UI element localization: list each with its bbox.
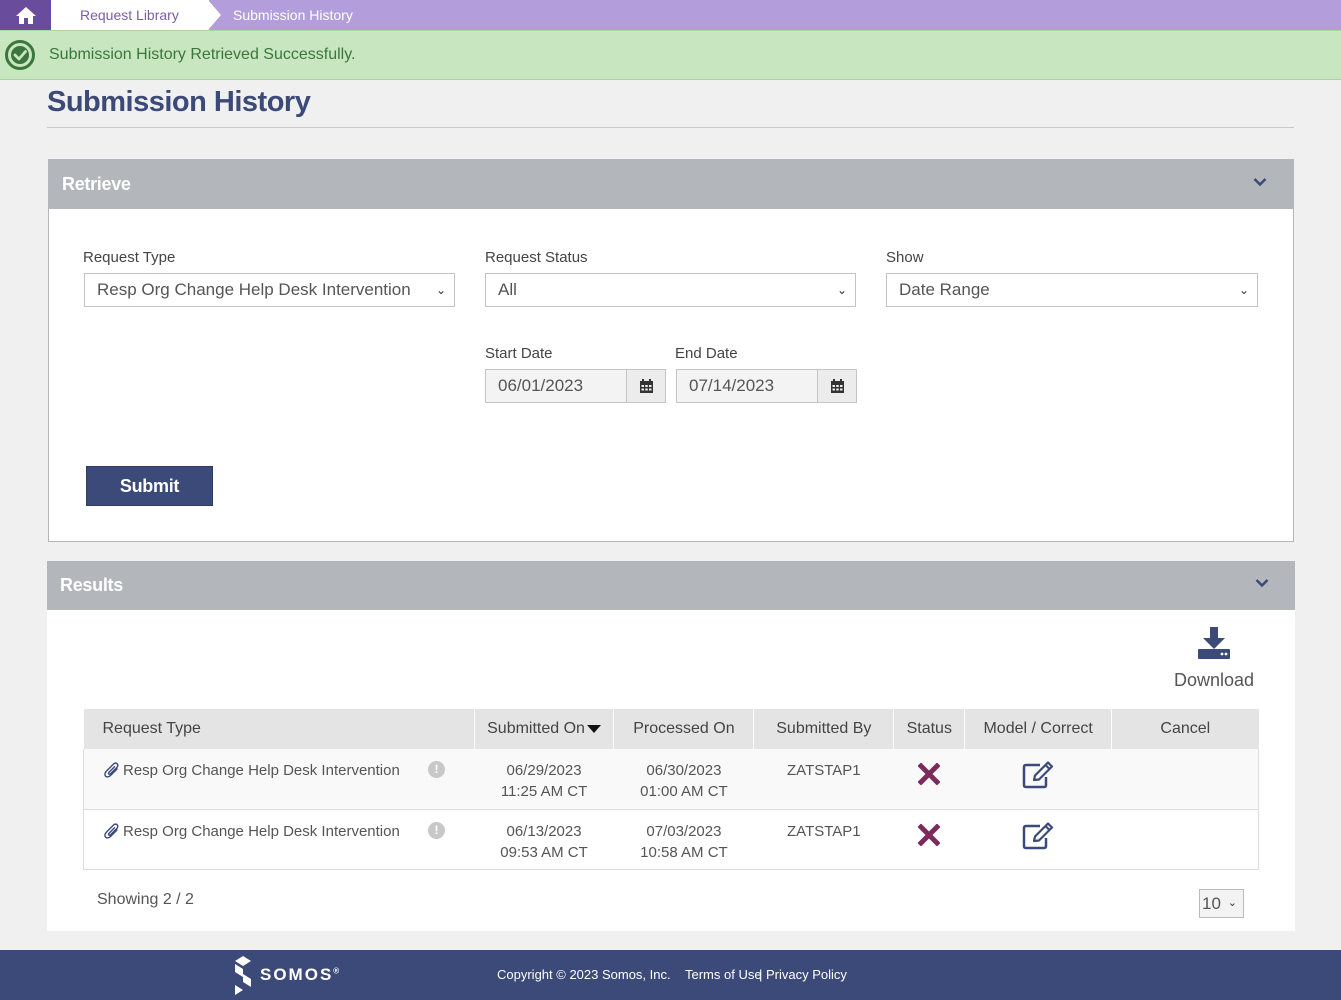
chevron-down-icon: ⌄ bbox=[435, 283, 446, 297]
page-title: Submission History bbox=[47, 86, 311, 118]
alert-message: Submission History Retrieved Successfull… bbox=[49, 46, 356, 63]
success-alert: Submission History Retrieved Successfull… bbox=[0, 30, 1341, 80]
results-panel-title: Results bbox=[60, 575, 123, 595]
somos-logo-icon bbox=[235, 956, 251, 995]
processed-date: 06/30/2023 bbox=[646, 762, 722, 779]
col-cancel: Cancel bbox=[1111, 709, 1259, 749]
start-date-label: Start Date bbox=[485, 345, 553, 362]
show-value: Date Range bbox=[899, 280, 990, 299]
download-button[interactable]: Download bbox=[1169, 627, 1259, 691]
breadcrumb: Request Library Submission History bbox=[0, 0, 1341, 30]
processed-time: 01:00 AM CT bbox=[640, 783, 728, 800]
end-date-calendar-button[interactable] bbox=[817, 369, 857, 403]
col-submitted-on[interactable]: Submitted On bbox=[473, 709, 614, 749]
request-type-label: Request Type bbox=[83, 249, 176, 266]
col-submitted-by[interactable]: Submitted By bbox=[753, 709, 894, 749]
start-date-value: 06/01/2023 bbox=[498, 376, 584, 395]
start-date-calendar-button[interactable] bbox=[626, 369, 666, 403]
showing-count: Showing 2 / 2 bbox=[97, 891, 194, 908]
col-request-type[interactable]: Request Type bbox=[83, 709, 475, 749]
title-divider bbox=[47, 127, 1294, 128]
chevron-down-icon: ⌄ bbox=[836, 283, 847, 297]
cancel-cell bbox=[1111, 809, 1259, 870]
edit-icon[interactable] bbox=[1022, 821, 1054, 850]
retrieve-panel-title: Retrieve bbox=[62, 174, 131, 194]
processed-date: 07/03/2023 bbox=[646, 822, 722, 840]
end-date-input[interactable]: 07/14/2023 bbox=[676, 369, 857, 403]
chevron-down-icon[interactable] bbox=[1253, 177, 1267, 187]
exclamation-icon[interactable]: ! bbox=[428, 821, 445, 839]
retrieve-panel: Retrieve Request Type Resp Org Change He… bbox=[48, 159, 1294, 542]
submitted-date: 06/13/2023 bbox=[506, 822, 582, 840]
calendar-icon bbox=[830, 379, 844, 393]
col-model-correct: Model / Correct bbox=[964, 709, 1112, 749]
x-icon[interactable] bbox=[917, 822, 941, 847]
results-panel-header[interactable]: Results bbox=[47, 561, 1295, 610]
chevron-down-icon[interactable] bbox=[1255, 578, 1269, 588]
somos-logo[interactable]: SOMOS® bbox=[232, 955, 339, 995]
submit-button[interactable]: Submit bbox=[86, 466, 213, 506]
submitted-by-cell: ZATSTAP1 bbox=[753, 749, 894, 810]
x-icon[interactable] bbox=[917, 762, 941, 786]
col-status[interactable]: Status bbox=[893, 709, 965, 749]
results-table: Request Type Submitted On Processed On S… bbox=[83, 709, 1259, 870]
check-circle-icon bbox=[5, 40, 35, 70]
table-row: Resp Org Change Help Desk Intervention !… bbox=[83, 809, 1259, 870]
breadcrumb-separator bbox=[208, 0, 221, 30]
footer-separator: | bbox=[759, 967, 763, 982]
start-date-input[interactable]: 06/01/2023 bbox=[485, 369, 666, 403]
chevron-down-icon: ⌄ bbox=[1238, 283, 1249, 297]
page-size-value: 10 bbox=[1202, 894, 1221, 913]
paperclip-icon[interactable] bbox=[103, 821, 121, 841]
show-select[interactable]: Date Range ⌄ bbox=[886, 273, 1258, 307]
end-date-label: End Date bbox=[675, 345, 738, 362]
edit-icon[interactable] bbox=[1022, 761, 1054, 789]
submitted-time: 11:25 AM CT bbox=[500, 783, 588, 800]
results-panel: Results Download Request Type Submitted … bbox=[47, 561, 1295, 931]
table-row: Resp Org Change Help Desk Intervention !… bbox=[83, 749, 1259, 810]
submitted-by-cell: ZATSTAP1 bbox=[753, 809, 894, 870]
cancel-cell bbox=[1111, 749, 1259, 810]
retrieve-panel-header[interactable]: Retrieve bbox=[49, 160, 1293, 209]
exclamation-icon[interactable]: ! bbox=[428, 761, 445, 778]
sort-desc-icon bbox=[586, 724, 601, 733]
processed-time: 10:58 AM CT bbox=[640, 843, 728, 861]
submitted-date: 06/29/2023 bbox=[506, 762, 582, 779]
page-size-select[interactable]: 10 ⌄ bbox=[1199, 889, 1244, 918]
col-submitted-on-label: Submitted On bbox=[487, 720, 585, 737]
submitted-time: 09:53 AM CT bbox=[500, 843, 588, 861]
request-type-value: Resp Org Change Help Desk Intervention bbox=[97, 280, 411, 299]
end-date-value: 07/14/2023 bbox=[689, 376, 775, 395]
request-status-select[interactable]: All ⌄ bbox=[485, 273, 856, 307]
breadcrumb-submission-history: Submission History bbox=[233, 7, 353, 23]
logo-text: SOMOS® bbox=[260, 965, 340, 984]
request-type-select[interactable]: Resp Org Change Help Desk Intervention ⌄ bbox=[84, 273, 455, 307]
footer: SOMOS® Copyright © 2023 Somos, Inc. Term… bbox=[0, 950, 1341, 1000]
terms-of-use-link[interactable]: Terms of Use bbox=[685, 950, 762, 1000]
breadcrumb-request-library[interactable]: Request Library bbox=[51, 0, 209, 30]
calendar-icon bbox=[639, 379, 653, 393]
table-header-row: Request Type Submitted On Processed On S… bbox=[83, 709, 1259, 749]
request-status-value: All bbox=[498, 280, 517, 299]
request-type-cell: Resp Org Change Help Desk Intervention bbox=[123, 822, 400, 840]
chevron-down-icon: ⌄ bbox=[1227, 897, 1237, 909]
privacy-policy-link[interactable]: Privacy Policy bbox=[766, 950, 847, 1000]
download-label: Download bbox=[1173, 670, 1255, 690]
home-button[interactable] bbox=[0, 0, 51, 30]
col-processed-on[interactable]: Processed On bbox=[613, 709, 754, 749]
request-status-label: Request Status bbox=[485, 249, 588, 266]
paperclip-icon[interactable] bbox=[103, 760, 121, 780]
home-icon bbox=[15, 6, 36, 24]
request-type-cell: Resp Org Change Help Desk Intervention bbox=[123, 762, 400, 779]
show-label: Show bbox=[886, 249, 924, 266]
download-icon bbox=[1198, 627, 1230, 659]
copyright: Copyright © 2023 Somos, Inc. bbox=[497, 967, 671, 982]
